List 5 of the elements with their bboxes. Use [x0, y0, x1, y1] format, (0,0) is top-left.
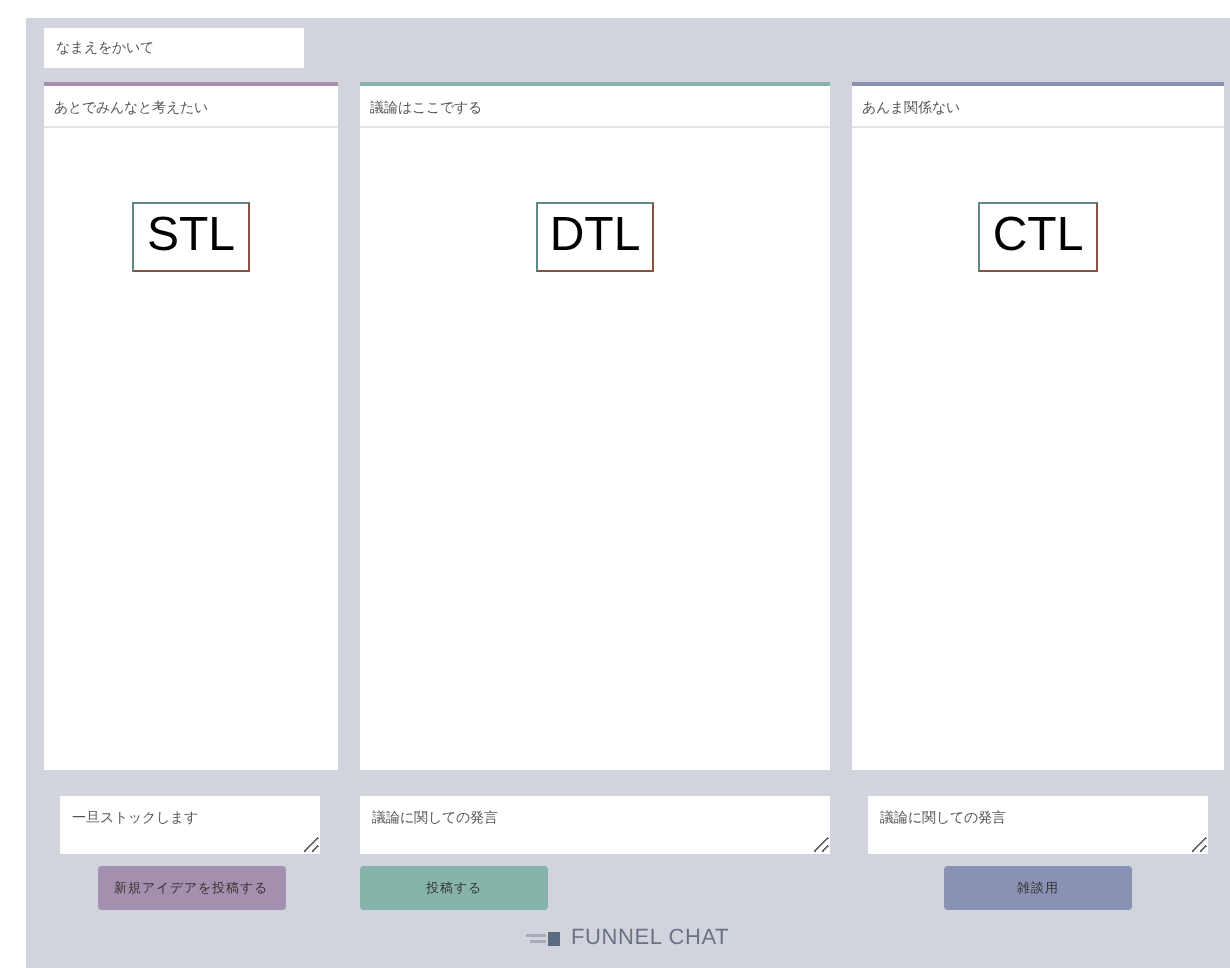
column-label: STL — [132, 202, 249, 272]
logo-icon — [526, 929, 563, 947]
brand-name: FUNNEL CHAT — [570, 926, 730, 950]
column-label: CTL — [978, 202, 1098, 272]
column-label: DTL — [535, 202, 655, 272]
